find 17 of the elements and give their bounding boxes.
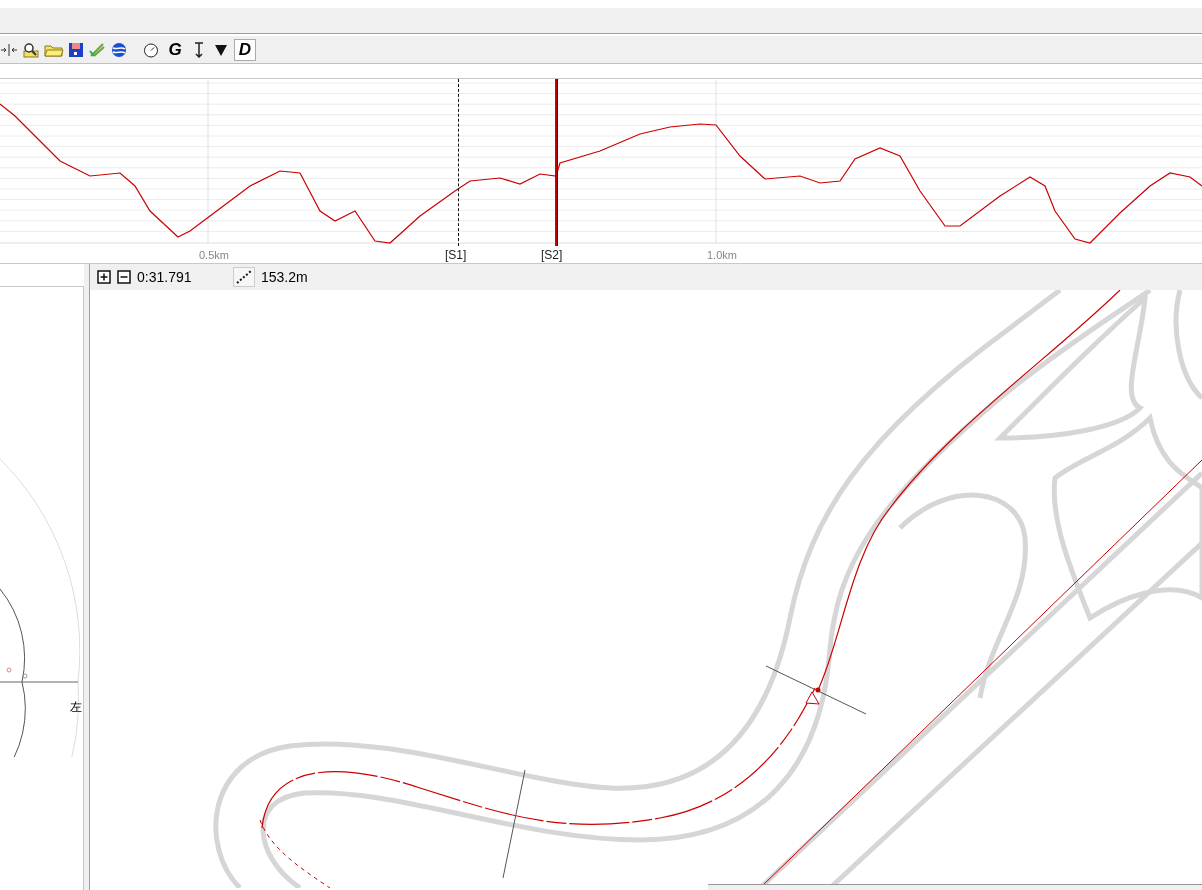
magnifier-icon[interactable] [22,41,40,58]
split-arrows-icon[interactable] [0,41,18,58]
zoom-out-icon[interactable] [117,270,131,284]
stopwatch-icon[interactable] [142,41,160,58]
save-icon[interactable] [68,41,84,58]
axis-label: 1.0km [707,248,737,263]
g-button[interactable]: G [164,38,186,61]
d-button[interactable]: D [234,38,256,61]
sector-label: [S1] [445,247,467,264]
axis-label: 左 [70,701,82,713]
globe-icon[interactable] [110,41,128,58]
axis-label: 0.5km [199,248,229,263]
sector-label: [S2] [541,247,563,264]
distance-value: 153.2m [261,267,308,287]
dotted-line-icon[interactable] [233,267,255,287]
zoom-in-icon[interactable] [97,270,111,284]
lap-time: 0:31.791 [137,267,193,287]
